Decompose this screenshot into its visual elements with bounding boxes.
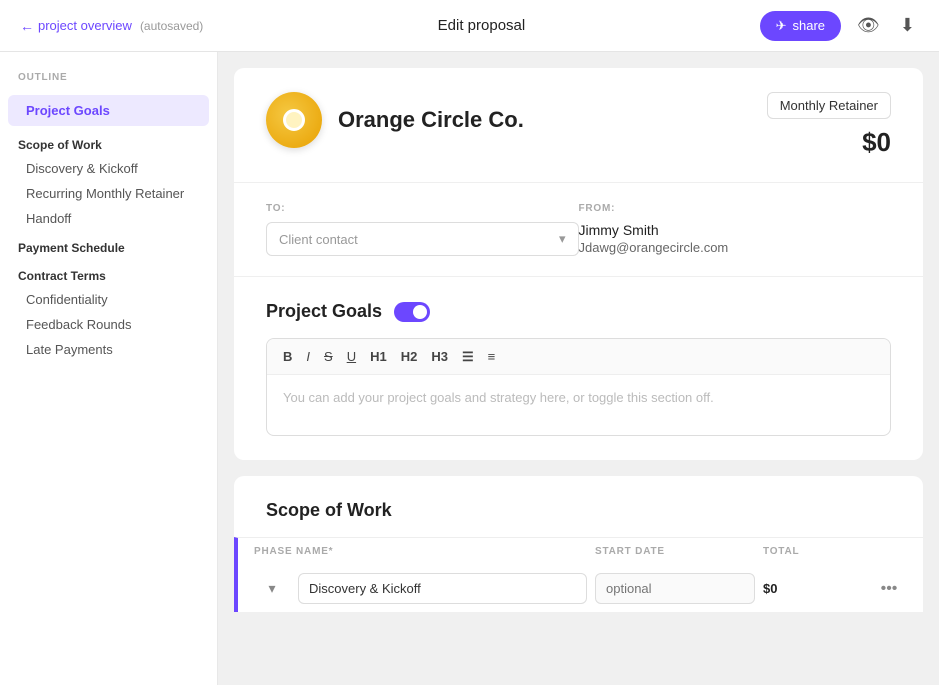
project-goals-editor: B I S U H1 H2 H3 ☰ ≡ You can add your pr… <box>266 338 891 436</box>
sidebar-section-payment: Payment Schedule <box>0 231 217 259</box>
italic-button[interactable]: I <box>300 347 316 366</box>
sidebar-item-discovery[interactable]: Discovery & Kickoff <box>0 156 217 181</box>
editor-placeholder: You can add your project goals and strat… <box>283 390 714 405</box>
eye-icon: 👁 <box>857 15 880 35</box>
phase-name-input[interactable] <box>298 573 587 604</box>
to-label: TO: <box>266 203 579 214</box>
outline-label: OUTLINE <box>0 72 217 95</box>
ordered-list-button[interactable]: ≡ <box>482 347 502 366</box>
h2-button[interactable]: H2 <box>395 347 424 366</box>
scope-phase-inner: PHASE NAME* START DATE TOTAL ▾ $0 ••• <box>238 538 923 612</box>
company-info: Orange Circle Co. <box>266 92 524 148</box>
col-start-date: START DATE <box>595 546 755 557</box>
from-email: Jdawg@orangecircle.com <box>579 240 892 255</box>
from-label: FROM: <box>579 203 892 214</box>
sidebar-item-confidentiality[interactable]: Confidentiality <box>0 287 217 312</box>
scope-table: PHASE NAME* START DATE TOTAL ▾ $0 ••• <box>234 537 923 612</box>
chevron-down-icon: ▾ <box>559 231 566 247</box>
preview-button[interactable]: 👁 <box>853 11 884 40</box>
project-goals-toggle[interactable] <box>394 302 430 322</box>
scope-card: Scope of Work PHASE NAME* START DATE TOT… <box>234 476 923 612</box>
share-icon: ✈ <box>776 18 787 34</box>
proposal-header-right: Monthly Retainer $0 <box>767 92 891 158</box>
from-section: FROM: Jimmy Smith Jdawg@orangecircle.com <box>579 203 892 256</box>
logo-inner-circle <box>283 109 305 131</box>
sidebar-item-handoff[interactable]: Handoff <box>0 206 217 231</box>
to-from-section: TO: Client contact ▾ FROM: Jimmy Smith J… <box>234 183 923 276</box>
sidebar-item-project-goals[interactable]: Project Goals <box>8 95 209 126</box>
col-phase-name: PHASE NAME* <box>254 546 587 557</box>
proposal-amount: $0 <box>767 127 891 158</box>
sidebar-section-scope: Scope of Work <box>0 128 217 156</box>
list-button[interactable]: ☰ <box>456 347 480 366</box>
sidebar-section-contract: Contract Terms <box>0 259 217 287</box>
client-contact-select[interactable]: Client contact ▾ <box>266 222 579 256</box>
autosaved-label: (autosaved) <box>140 19 203 33</box>
share-button[interactable]: ✈ share <box>760 11 841 41</box>
phase-chevron-button[interactable]: ▾ <box>254 580 290 597</box>
bold-button[interactable]: B <box>277 347 298 366</box>
h1-button[interactable]: H1 <box>364 347 393 366</box>
topbar-left: ← project overview (autosaved) <box>20 18 203 34</box>
scope-title: Scope of Work <box>266 500 392 520</box>
strikethrough-button[interactable]: S <box>318 347 339 366</box>
back-link-label: project overview <box>38 18 132 33</box>
page-title: Edit proposal <box>438 17 526 34</box>
phase-start-date-input[interactable] <box>595 573 755 604</box>
download-icon: ⬇ <box>900 15 915 35</box>
layout: OUTLINE Project Goals Scope of Work Disc… <box>0 52 939 685</box>
scope-phase-data-row: ▾ $0 ••• <box>238 565 923 612</box>
editor-body[interactable]: You can add your project goals and strat… <box>267 375 890 435</box>
project-goals-title: Project Goals <box>266 301 382 322</box>
retainer-badge: Monthly Retainer <box>767 92 891 119</box>
share-label: share <box>793 18 826 33</box>
phase-total: $0 <box>763 581 863 596</box>
col-total: TOTAL <box>763 546 863 557</box>
scope-col-headers: PHASE NAME* START DATE TOTAL <box>238 538 923 565</box>
project-goals-section: Project Goals B I S U H1 H2 H3 ☰ ≡ <box>234 277 923 460</box>
company-name: Orange Circle Co. <box>338 107 524 133</box>
main-content: Orange Circle Co. Monthly Retainer $0 TO… <box>218 52 939 685</box>
back-arrow-icon: ← <box>20 18 34 34</box>
sidebar-item-retainer[interactable]: Recurring Monthly Retainer <box>0 181 217 206</box>
sidebar: OUTLINE Project Goals Scope of Work Disc… <box>0 52 218 685</box>
underline-button[interactable]: U <box>341 347 362 366</box>
from-name: Jimmy Smith <box>579 222 892 238</box>
client-contact-placeholder: Client contact <box>279 232 358 247</box>
h3-button[interactable]: H3 <box>425 347 454 366</box>
project-goals-header: Project Goals <box>266 301 891 322</box>
proposal-header: Orange Circle Co. Monthly Retainer $0 <box>234 68 923 182</box>
company-logo <box>266 92 322 148</box>
scope-header: Scope of Work <box>234 476 923 537</box>
topbar-actions: ✈ share 👁 ⬇ <box>760 11 919 41</box>
to-section: TO: Client contact ▾ <box>266 203 579 256</box>
proposal-card: Orange Circle Co. Monthly Retainer $0 TO… <box>234 68 923 460</box>
scope-phase-row: PHASE NAME* START DATE TOTAL ▾ $0 ••• <box>234 537 923 612</box>
phase-more-button[interactable]: ••• <box>871 580 907 598</box>
editor-toolbar: B I S U H1 H2 H3 ☰ ≡ <box>267 339 890 375</box>
sidebar-item-feedback[interactable]: Feedback Rounds <box>0 312 217 337</box>
sidebar-item-late-payments[interactable]: Late Payments <box>0 337 217 362</box>
back-link[interactable]: ← project overview <box>20 18 132 34</box>
download-button[interactable]: ⬇ <box>896 11 919 40</box>
topbar: ← project overview (autosaved) Edit prop… <box>0 0 939 52</box>
